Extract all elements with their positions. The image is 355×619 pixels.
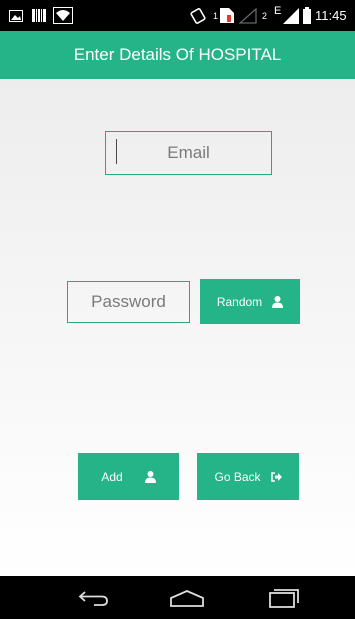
- add-button[interactable]: Add: [78, 453, 179, 500]
- no-signal-icon: [239, 0, 257, 31]
- network-type-label: E: [274, 4, 282, 17]
- go-back-button[interactable]: Go Back: [197, 453, 299, 500]
- sign-out-icon: [270, 471, 282, 482]
- image-icon: [9, 0, 23, 31]
- form-container: Random Add Go Back: [0, 79, 355, 576]
- back-icon[interactable]: [70, 576, 115, 619]
- sim-slot-1-label: 1: [213, 10, 219, 21]
- user-icon: [144, 470, 156, 483]
- status-time: 11:45: [315, 8, 347, 23]
- random-button[interactable]: Random: [200, 279, 300, 324]
- sim-slot-2-label: 2: [262, 10, 268, 21]
- user-icon: [272, 295, 284, 308]
- barcode-icon: [32, 0, 46, 31]
- page-title: Enter Details Of HOSPITAL: [73, 45, 282, 64]
- go-back-button-label: Go Back: [214, 469, 261, 484]
- navigation-bar: [0, 576, 355, 619]
- add-button-label: Add: [101, 469, 123, 484]
- vibrate-icon: [190, 0, 206, 31]
- sim-alert-icon: [220, 0, 234, 31]
- text-cursor: [116, 139, 117, 164]
- recent-apps-icon[interactable]: [260, 576, 305, 619]
- signal-icon: [283, 0, 299, 31]
- random-button-label: Random: [216, 294, 263, 309]
- email-field[interactable]: [105, 131, 272, 175]
- battery-icon: [303, 0, 311, 31]
- app-bar: Enter Details Of HOSPITAL: [0, 31, 355, 79]
- password-field[interactable]: [67, 281, 190, 323]
- wifi-icon: [53, 0, 73, 31]
- status-bar: 1 2 E 11:45: [0, 0, 355, 31]
- home-icon[interactable]: [167, 576, 207, 619]
